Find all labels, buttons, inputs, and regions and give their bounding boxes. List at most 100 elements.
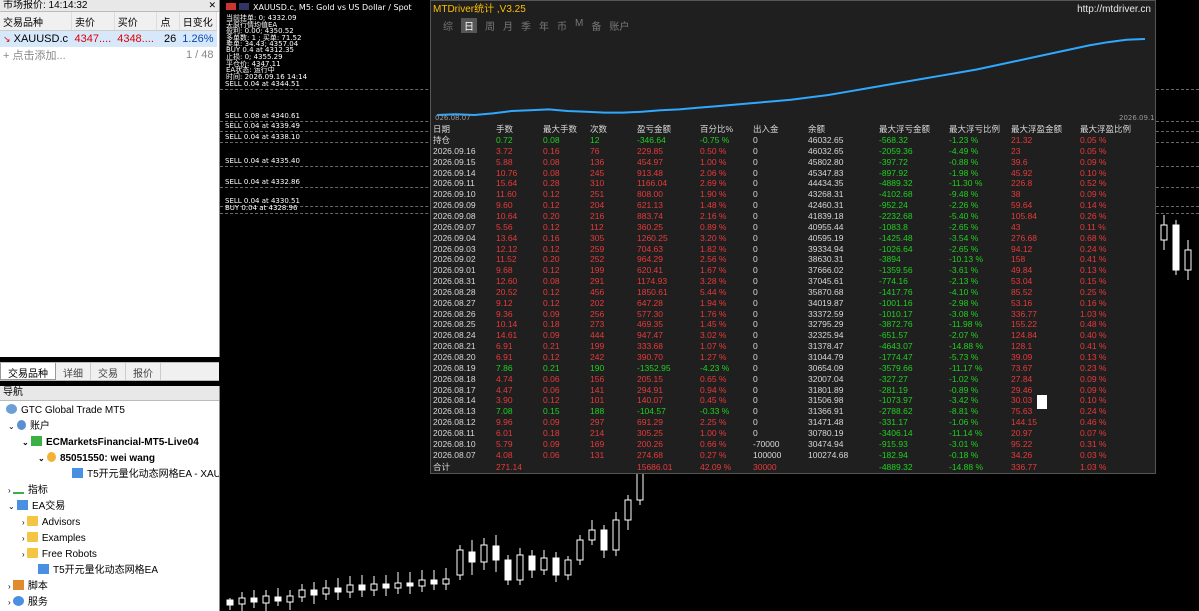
- table-cell: 0: [753, 167, 758, 178]
- chevron-down-icon[interactable]: ⌄: [8, 422, 17, 431]
- table-cell: 0.21: [543, 341, 560, 352]
- col-bid[interactable]: 卖价: [71, 12, 115, 31]
- tab-summary[interactable]: 综: [443, 18, 453, 33]
- tab-weekly[interactable]: 周: [485, 18, 495, 33]
- col-ask[interactable]: 买价: [114, 12, 158, 31]
- table-cell: 256: [590, 308, 605, 319]
- table-row[interactable]: 2026.09.03 12.12 0.12 259 704.63 1.82 % 0 39334…: [433, 244, 1153, 255]
- table-row[interactable]: 2026.08.26 9.36 0.09 256 577.30 1.76 % 0 33372.…: [433, 309, 1153, 320]
- nav-item-free-robots-folder[interactable]: › Free Robots: [22, 547, 97, 562]
- table-row[interactable]: 2026.08.25 10.14 0.18 273 469.35 1.45 % 0 32795…: [433, 319, 1153, 330]
- chevron-down-icon[interactable]: ⌄: [8, 502, 17, 511]
- nav-item-running-ea[interactable]: T5开元量化动态网格EA - XAUU: [72, 467, 219, 482]
- table-row[interactable]: 2026.08.24 14.61 0.09 444 947.47 3.02 % 0 32325…: [433, 330, 1153, 341]
- tab-ticks[interactable]: 报价: [126, 363, 161, 380]
- table-cell: 276.68: [1011, 232, 1037, 243]
- table-row[interactable]: 2026.09.11 15.64 0.28 310 1166.04 2.69 % 0 4443…: [433, 178, 1153, 189]
- table-cell: 2026.08.28: [433, 286, 476, 297]
- tab-details[interactable]: 详细: [56, 363, 91, 380]
- table-cell: 2026.09.09: [433, 200, 476, 211]
- nav-item-accounts[interactable]: ⌄ 账户: [8, 419, 50, 434]
- table-row[interactable]: 2026.08.11 6.01 0.18 214 305.25 1.00 % 0 30780.…: [433, 428, 1153, 439]
- tab-note[interactable]: 备: [591, 18, 601, 33]
- nav-item-expert-advisors[interactable]: ⌄ EA交易: [8, 499, 65, 514]
- table-row[interactable]: 2026.08.18 4.74 0.06 156 205.15 0.65 % 0 32007.…: [433, 374, 1153, 385]
- tab-magic[interactable]: M: [575, 18, 583, 33]
- tab-monthly[interactable]: 月: [503, 18, 513, 33]
- chevron-down-icon[interactable]: ⌄: [38, 454, 47, 463]
- table-cell: -1026.64: [879, 243, 913, 254]
- nav-item-indicators[interactable]: › 指标: [8, 483, 48, 498]
- table-row[interactable]: 合计 271.14 15686.01 42.09 % 30000 -4889.32 -14.…: [433, 462, 1153, 473]
- nav-item-server[interactable]: ⌄ ECMarketsFinancial-MT5-Live04: [22, 435, 199, 450]
- table-row[interactable]: 2026.09.01 9.68 0.12 199 620.41 1.67 % 0 37666.…: [433, 265, 1153, 276]
- price-chart[interactable]: XAUUSD.c, M5: Gold vs US Dollar / Spot 当…: [220, 0, 1199, 611]
- symbol-name: XAUUSD.c: [13, 33, 69, 45]
- tab-symbols[interactable]: 交易品种: [0, 363, 56, 380]
- table-cell: -0.88 %: [949, 156, 979, 167]
- table-cell: 2026.08.11: [433, 427, 475, 438]
- table-cell: 0.09 %: [1080, 189, 1107, 200]
- table-row[interactable]: 2026.08.20 6.91 0.12 242 390.70 1.27 % 0 31044.…: [433, 352, 1153, 363]
- table-row[interactable]: 2026.09.07 5.56 0.12 112 360.25 0.89 % 0 40955.…: [433, 222, 1153, 233]
- tab-currency[interactable]: 币: [557, 18, 567, 33]
- table-cell: -1774.47: [879, 352, 913, 362]
- table-row[interactable]: 2026.08.31 12.60 0.08 291 1174.93 3.28 % 0 3704…: [433, 276, 1153, 287]
- stats-url[interactable]: http://mtdriver.cn: [1077, 2, 1151, 18]
- table-header[interactable]: 日期 手数 最大手数 次数 盈亏金额 百分比% 出入金 余额 最大浮亏金额 最大浮亏比例 最大浮盈金…: [433, 124, 1153, 135]
- close-icon[interactable]: ✕: [208, 0, 216, 11]
- table-row[interactable]: 2026.09.04 13.64 0.16 305 1260.25 3.20 % 0 4059…: [433, 233, 1153, 244]
- nav-item-scripts[interactable]: › 脚本: [8, 579, 48, 594]
- add-symbol-row[interactable]: + 点击添加... 1 / 48: [0, 47, 217, 63]
- table-cell: -8.81 %: [949, 406, 979, 417]
- candle-body: [370, 583, 378, 591]
- table-cell: 2026.08.21: [433, 341, 476, 352]
- col-spread[interactable]: 点: [156, 12, 180, 31]
- tab-account[interactable]: 账户: [609, 18, 629, 33]
- col-symbol[interactable]: 交易品种: [0, 12, 72, 31]
- table-row[interactable]: 2026.08.28 20.52 0.12 456 1850.61 5.44 % 0 3587…: [433, 287, 1153, 298]
- nav-item-services[interactable]: › 服务: [8, 595, 48, 610]
- nav-item-examples-folder[interactable]: › Examples: [22, 531, 86, 546]
- table-cell: 1.03 %: [1080, 308, 1107, 319]
- table-cell: 1260.25: [637, 232, 668, 243]
- table-cell: 188: [590, 406, 605, 417]
- tab-trading[interactable]: 交易: [91, 363, 126, 380]
- nav-item-grid-ea[interactable]: T5开元量化动态网格EA: [38, 563, 158, 578]
- table-cell: 6.01: [496, 427, 513, 438]
- table-row[interactable]: 2026.08.07 4.08 0.06 131 274.68 0.27 % 100000 1…: [433, 450, 1153, 461]
- table-row[interactable]: 2026.08.17 4.47 0.06 141 294.91 0.94 % 0 31801.…: [433, 385, 1153, 396]
- table-row[interactable]: 2026.09.09 9.60 0.12 204 621.13 1.48 % 0 42460.…: [433, 200, 1153, 211]
- nav-item-account[interactable]: ⌄ 85051550: wei wang: [38, 451, 155, 466]
- table-row[interactable]: 2026.09.08 10.64 0.20 216 883.74 2.16 % 0 41839…: [433, 211, 1153, 222]
- nav-item-advisors-folder[interactable]: › Advisors: [22, 515, 80, 530]
- chevron-down-icon[interactable]: ⌄: [22, 438, 31, 447]
- table-row[interactable]: 2026.08.21 6.91 0.21 199 333.68 1.07 % 0 31378.…: [433, 341, 1153, 352]
- table-row[interactable]: 2026.08.27 9.12 0.12 202 647.28 1.94 % 0 34019.…: [433, 298, 1153, 309]
- col-change[interactable]: 日变化: [179, 12, 218, 31]
- table-row[interactable]: 2026.09.15 5.88 0.08 136 454.97 1.00 % 0 45802.…: [433, 157, 1153, 168]
- table-cell: 40595.19: [808, 232, 844, 243]
- candle-body: [274, 596, 282, 602]
- table-row[interactable]: 2026.09.10 11.60 0.12 251 808.00 1.90 % 0 43268…: [433, 189, 1153, 200]
- tab-yearly[interactable]: 年: [539, 18, 549, 33]
- table-row[interactable]: 2026.08.19 7.86 0.21 190 -1352.95 -4.23 % 0 306…: [433, 363, 1153, 374]
- table-cell: 0.65 %: [700, 373, 727, 384]
- table-cell: 11.60: [496, 189, 517, 200]
- nav-item-broker[interactable]: GTC Global Trade MT5: [6, 403, 125, 418]
- table-row[interactable]: ↘ XAUUSD.c 4347.... 4348.... 26 1.26%: [0, 30, 217, 47]
- table-cell: 45.92: [1011, 167, 1033, 178]
- table-cell: 0: [753, 308, 758, 319]
- table-cell: 12.12: [496, 243, 518, 254]
- arrow-down-icon: ↘: [3, 34, 11, 44]
- table-cell: 112: [590, 221, 604, 232]
- tab-daily[interactable]: 日: [461, 18, 477, 33]
- table-row[interactable]: 2026.09.16 3.72 0.16 76 229.85 0.50 % 0 46032.6…: [433, 146, 1153, 157]
- table-row[interactable]: 2026.09.02 11.52 0.20 252 964.29 2.56 % 0 38630…: [433, 254, 1153, 265]
- table-cell: -346.64: [637, 135, 666, 145]
- tab-quarterly[interactable]: 季: [521, 18, 531, 33]
- table-row[interactable]: 持仓 0.72 0.08 12 -346.64 -0.75 % 0 46032.65 -568.…: [433, 135, 1153, 146]
- table-row[interactable]: 2026.09.14 10.76 0.08 245 913.48 2.06 % 0 45347…: [433, 168, 1153, 179]
- table-row[interactable]: 2026.08.10 5.79 0.09 169 200.26 0.66 % -70000 3…: [433, 439, 1153, 450]
- table-row[interactable]: 2026.08.12 9.96 0.09 297 691.29 2.25 % 0 31471.…: [433, 417, 1153, 428]
